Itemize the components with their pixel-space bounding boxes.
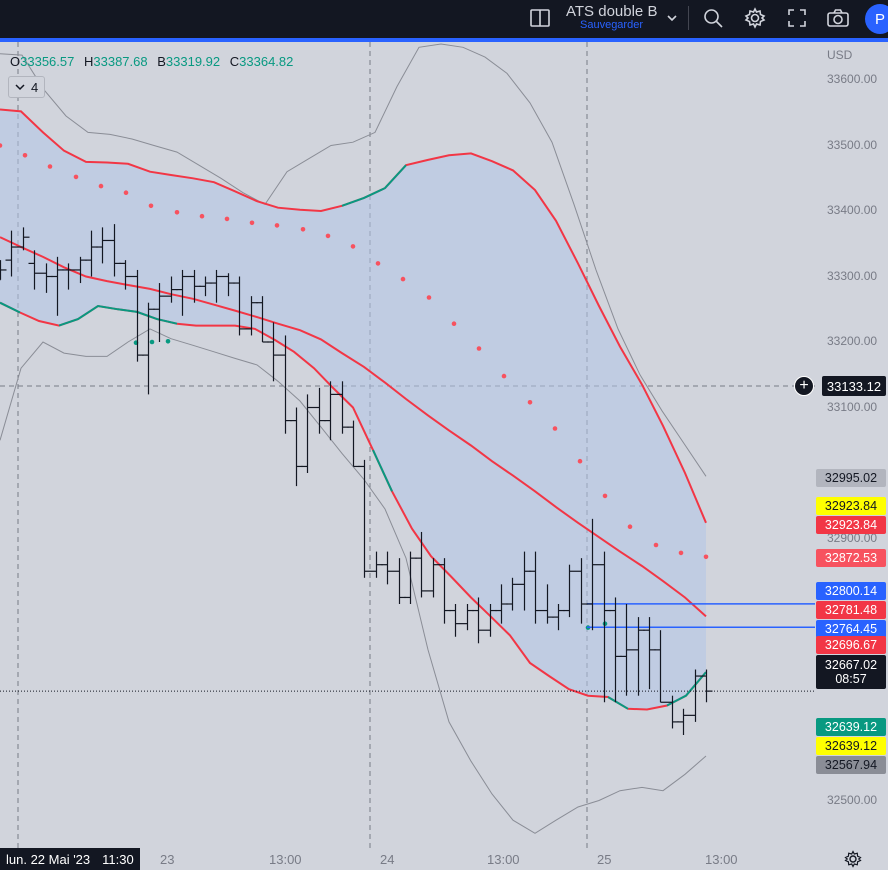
close-key: C bbox=[229, 54, 240, 69]
sar-dot bbox=[627, 524, 633, 529]
sar-dot bbox=[274, 223, 280, 228]
indicators-toggle[interactable]: 4 bbox=[8, 76, 46, 98]
sar-dot-green bbox=[165, 339, 171, 344]
ohlc-legend: O33356.57 H33387.68 B33319.92 C33364.82 bbox=[10, 54, 293, 69]
layout-menu-button[interactable] bbox=[663, 4, 681, 32]
screenshot-button[interactable] bbox=[824, 4, 852, 32]
outer-lower-band-label: 32567.94 bbox=[816, 756, 886, 774]
open-value: 33356.57 bbox=[20, 54, 75, 69]
time-label-1300-b: 13:00 bbox=[487, 852, 520, 867]
sar-dot bbox=[199, 213, 205, 219]
layout-save-link[interactable]: Sauvegarder bbox=[580, 19, 643, 31]
sar-dot bbox=[325, 233, 331, 239]
plot-area[interactable] bbox=[0, 42, 888, 848]
time-label-25: 25 bbox=[597, 852, 612, 867]
sar-dot bbox=[476, 346, 482, 351]
outer-upper-band-label: 32995.02 bbox=[816, 469, 886, 487]
crosshair-date-label: lun. 22 Mai '23 11:30 bbox=[0, 848, 140, 870]
sar-dot bbox=[98, 183, 104, 189]
sar-dot bbox=[47, 164, 53, 169]
add-alert-button[interactable]: + bbox=[794, 376, 814, 396]
sar-dot bbox=[249, 220, 255, 226]
toolbar-separator bbox=[688, 6, 689, 30]
lower-yellow-label: 32639.12 bbox=[816, 737, 886, 755]
fullscreen-icon bbox=[788, 9, 806, 27]
sar-dot bbox=[400, 276, 406, 282]
sar-dot bbox=[22, 153, 28, 158]
sar-dot bbox=[426, 295, 432, 300]
sar-dot-green bbox=[149, 339, 155, 345]
sar-price-label: 32872.53 bbox=[816, 549, 886, 567]
sar-dot bbox=[224, 216, 230, 222]
sar-dot bbox=[602, 493, 608, 499]
blue-high-line-label: 32800.14 bbox=[816, 582, 886, 600]
sar-dot bbox=[577, 458, 583, 464]
crosshair-price-label: 33133.12 bbox=[822, 376, 886, 396]
sar-dot bbox=[123, 190, 129, 195]
lower-green-band-label: 32639.12 bbox=[816, 718, 886, 736]
sar-dot bbox=[451, 321, 457, 327]
time-axis[interactable]: lun. 22 Mai '23 11:30 23 13:00 24 13:00 … bbox=[0, 848, 888, 870]
price-tick-label: 33300.00 bbox=[827, 269, 878, 283]
settings-button[interactable] bbox=[742, 4, 768, 32]
upper-red-band-label: 32923.84 bbox=[816, 516, 886, 534]
profile-avatar[interactable]: P bbox=[865, 4, 888, 34]
plus-icon: + bbox=[799, 377, 809, 394]
gear-icon bbox=[744, 7, 766, 29]
last-price-label: 32667.02 08:57 bbox=[816, 655, 886, 689]
sar-dot bbox=[73, 174, 79, 180]
sar-dot bbox=[148, 203, 154, 209]
top-toolbar: ATS double B Sauvegarder P bbox=[0, 0, 888, 38]
sar-dot bbox=[501, 373, 507, 379]
open-key: O bbox=[10, 54, 21, 69]
low-key: B bbox=[157, 54, 166, 69]
last-price-value: 32667.02 bbox=[824, 658, 878, 672]
chevron-down-icon bbox=[667, 15, 677, 22]
sar-dot bbox=[174, 210, 180, 215]
sar-dot bbox=[678, 550, 684, 556]
price-tick-label: 33400.00 bbox=[827, 203, 878, 217]
layout-button[interactable] bbox=[528, 4, 552, 32]
cursor-time: 11:30 bbox=[102, 851, 134, 867]
close-value: 33364.82 bbox=[239, 54, 294, 69]
price-tick-label: 33200.00 bbox=[827, 334, 878, 348]
search-icon bbox=[704, 9, 723, 28]
time-label-23: 23 bbox=[160, 852, 175, 867]
low-value: 33319.92 bbox=[165, 54, 221, 69]
time-label-1300-a: 13:00 bbox=[269, 852, 302, 867]
price-tick-label: 33100.00 bbox=[827, 400, 878, 414]
sar-dot bbox=[300, 227, 306, 232]
sar-dot bbox=[350, 244, 356, 249]
cursor-date: lun. 22 Mai '23 bbox=[6, 851, 91, 867]
chart-settings-icon[interactable] bbox=[844, 850, 862, 868]
mid-red-band-label: 32781.48 bbox=[816, 601, 886, 619]
time-label-1300-c: 13:00 bbox=[705, 852, 738, 867]
fullscreen-button[interactable] bbox=[784, 4, 810, 32]
currency-label[interactable]: USD bbox=[827, 48, 852, 62]
sar-yellow-label: 32923.84 bbox=[816, 497, 886, 515]
time-label-24: 24 bbox=[380, 852, 395, 867]
camera-icon bbox=[827, 9, 849, 27]
price-tick-label: 32500.00 bbox=[827, 793, 878, 807]
price-tick-label: 33600.00 bbox=[827, 72, 878, 86]
search-button[interactable] bbox=[700, 4, 726, 32]
sar-dot bbox=[703, 554, 709, 560]
sar-dot bbox=[653, 542, 659, 548]
chart-pane[interactable]: O33356.57 H33387.68 B33319.92 C33364.82 … bbox=[0, 42, 888, 870]
sar-dot bbox=[375, 261, 381, 266]
high-key: H bbox=[83, 54, 94, 69]
sar-dot bbox=[527, 400, 533, 405]
indicator-count: 4 bbox=[31, 79, 39, 95]
lower-red-band-label: 32696.67 bbox=[816, 636, 886, 654]
price-tick-label: 33500.00 bbox=[827, 138, 878, 152]
bar-countdown: 08:57 bbox=[835, 672, 867, 686]
chevron-down-icon bbox=[15, 84, 25, 91]
layout-icon bbox=[530, 9, 550, 27]
sar-dot bbox=[552, 426, 558, 431]
high-value: 33387.68 bbox=[93, 54, 148, 69]
layout-title[interactable]: ATS double B bbox=[566, 3, 657, 20]
